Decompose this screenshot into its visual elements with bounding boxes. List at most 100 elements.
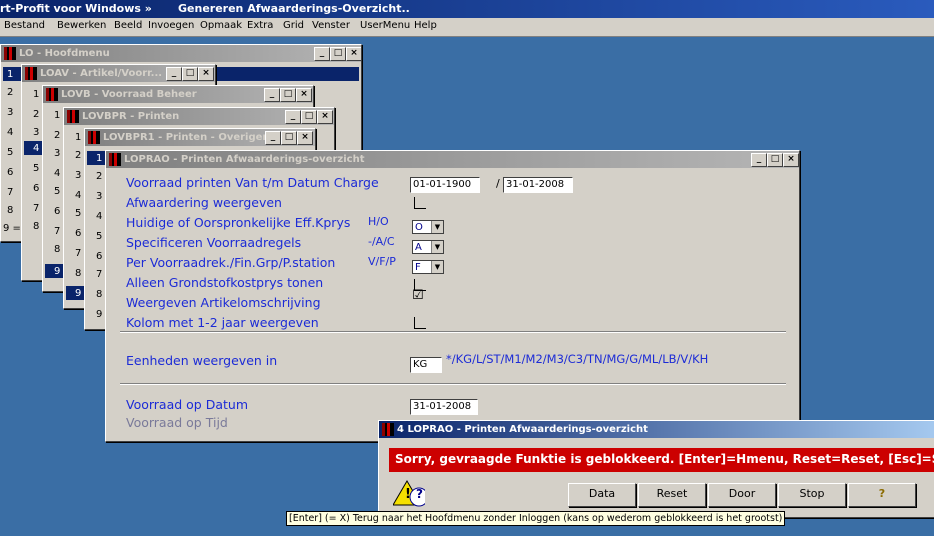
close-icon[interactable]: × [783, 153, 799, 167]
checkbox-afwaardering[interactable] [414, 197, 426, 209]
menu-beeld[interactable]: Beeld [114, 20, 142, 31]
reset-button[interactable]: Reset [638, 483, 706, 507]
menu-number[interactable]: 4 [7, 127, 13, 138]
maximize-icon[interactable]: □ [767, 153, 783, 167]
menu-number[interactable]: 3 [96, 191, 102, 202]
menu-number[interactable]: 6 [96, 251, 102, 262]
minimize-icon[interactable]: _ [264, 88, 280, 102]
datum-field[interactable]: 31-01-2008 [410, 399, 478, 415]
close-icon[interactable]: × [296, 88, 312, 102]
menu-number[interactable]: 3 [54, 148, 60, 159]
select-per[interactable]: F ▼ [412, 260, 444, 274]
door-button[interactable]: Door [708, 483, 776, 507]
menu-number[interactable]: 8 [75, 268, 81, 279]
close-icon[interactable]: × [317, 110, 333, 124]
dialog-caption[interactable]: 4 LOPRAO - Printen Afwaarderings-overzic… [379, 421, 934, 438]
menu-number[interactable]: 8 [33, 221, 39, 232]
menu-number[interactable]: 2 [33, 109, 39, 120]
window-loprao[interactable]: LOPRAO - Printen Afwaarderings-overzicht… [105, 150, 800, 442]
close-icon[interactable]: × [198, 67, 214, 81]
units-field[interactable]: KG [410, 357, 442, 373]
label-afwaardering: Afwaardering weergeven [126, 195, 282, 210]
menu-number[interactable]: 5 [33, 163, 39, 174]
menu-extra[interactable]: Extra [247, 20, 273, 31]
maximize-icon[interactable]: □ [182, 67, 198, 81]
minimize-icon[interactable]: _ [285, 110, 301, 124]
menu-number[interactable]: 9 [96, 309, 102, 320]
minimize-icon[interactable]: _ [314, 47, 330, 61]
menu-number[interactable]: 7 [96, 269, 102, 280]
window-caption[interactable]: LOPRAO - Printen Afwaarderings-overzicht… [106, 151, 799, 168]
menu-bewerken[interactable]: Bewerken [57, 20, 106, 31]
menu-number[interactable]: 6 [54, 206, 60, 217]
code-spec: -/A/C [368, 235, 395, 248]
menu-grid[interactable]: Grid [283, 20, 304, 31]
menu-venster[interactable]: Venster [312, 20, 350, 31]
checkbox-kolom-jaar[interactable] [414, 317, 426, 329]
menu-opmaak[interactable]: Opmaak [200, 20, 242, 31]
window-caption[interactable]: LOVBPR - Printen _ □ × [64, 108, 334, 125]
select-huidige[interactable]: O ▼ [412, 220, 444, 234]
window-caption[interactable]: LOAV - Artikel/Voorr... _ □ × [22, 65, 215, 82]
menu-number[interactable]: 1 [54, 110, 60, 121]
menu-number[interactable]: 7 [75, 248, 81, 259]
menu-number[interactable]: 4 [75, 190, 81, 201]
menu-number[interactable]: 6 [7, 167, 13, 178]
menu-number[interactable]: 5 [75, 208, 81, 219]
close-icon[interactable]: × [297, 131, 313, 145]
menu-number[interactable]: 4 [33, 143, 39, 154]
menu-number[interactable]: 1 [96, 153, 102, 164]
minimize-icon[interactable]: _ [751, 153, 767, 167]
checkbox-artikelomschrijving[interactable]: ☑ [412, 289, 424, 302]
stop-button[interactable]: Stop [778, 483, 846, 507]
menu-number[interactable]: 7 [33, 203, 39, 214]
error-dialog[interactable]: 4 LOPRAO - Printen Afwaarderings-overzic… [378, 420, 934, 518]
maximize-icon[interactable]: □ [330, 47, 346, 61]
menu-number[interactable]: 2 [96, 171, 102, 182]
label-voorraad-tijd: Voorraad op Tijd [126, 415, 228, 430]
menu-number[interactable]: 2 [54, 130, 60, 141]
dialog-title: 4 LOPRAO - Printen Afwaarderings-overzic… [397, 424, 648, 435]
menu-help[interactable]: Help [414, 20, 437, 31]
menu-number[interactable]: 3 [75, 170, 81, 181]
menu-number[interactable]: 1 [33, 89, 39, 100]
menu-number[interactable]: 7 [54, 226, 60, 237]
maximize-icon[interactable]: □ [280, 88, 296, 102]
menu-number[interactable]: 2 [7, 87, 13, 98]
select-specificeren[interactable]: A ▼ [412, 240, 444, 254]
date-from-field[interactable]: 01-01-1900 [410, 177, 480, 193]
menu-invoegen[interactable]: Invoegen [148, 20, 194, 31]
menu-number[interactable]: 6 [75, 228, 81, 239]
menu-number[interactable]: 6 [33, 183, 39, 194]
date-to-field[interactable]: 31-01-2008 [503, 177, 573, 193]
menu-number[interactable]: 8 [96, 289, 102, 300]
menu-number[interactable]: 7 [7, 187, 13, 198]
maximize-icon[interactable]: □ [301, 110, 317, 124]
menu-bar: Bestand Bewerken Beeld Invoegen Opmaak E… [0, 18, 934, 37]
menu-number[interactable]: 4 [96, 211, 102, 222]
close-icon[interactable]: × [346, 47, 361, 61]
minimize-icon[interactable]: _ [265, 131, 281, 145]
menu-usermenu[interactable]: UserMenu [360, 20, 410, 31]
menu-number[interactable]: 3 [7, 107, 13, 118]
menu-number[interactable]: 9 [54, 266, 60, 277]
minimize-icon[interactable]: _ [166, 67, 182, 81]
maximize-icon[interactable]: □ [281, 131, 297, 145]
menu-number[interactable]: 1 [75, 132, 81, 143]
window-caption[interactable]: LOVBPR1 - Printen - Overigen _ □ × [85, 129, 315, 146]
window-caption[interactable]: LOVB - Voorraad Beheer _ □ × [43, 86, 313, 103]
menu-number[interactable]: 2 [75, 150, 81, 161]
menu-number[interactable]: 1 [7, 69, 13, 80]
data-button[interactable]: Data [568, 483, 636, 507]
window-caption[interactable]: LO - Hoofdmenu _ □ × [1, 45, 361, 62]
menu-bestand[interactable]: Bestand [4, 20, 45, 31]
menu-number[interactable]: 5 [54, 186, 60, 197]
menu-number[interactable]: 5 [96, 231, 102, 242]
menu-number[interactable]: 4 [54, 168, 60, 179]
menu-number[interactable]: 8 [54, 244, 60, 255]
help-button[interactable]: ? [848, 483, 916, 507]
menu-number[interactable]: 8 [7, 205, 13, 216]
menu-number[interactable]: 9 [75, 288, 81, 299]
menu-number[interactable]: 3 [33, 127, 39, 138]
menu-number[interactable]: 5 [7, 147, 13, 158]
